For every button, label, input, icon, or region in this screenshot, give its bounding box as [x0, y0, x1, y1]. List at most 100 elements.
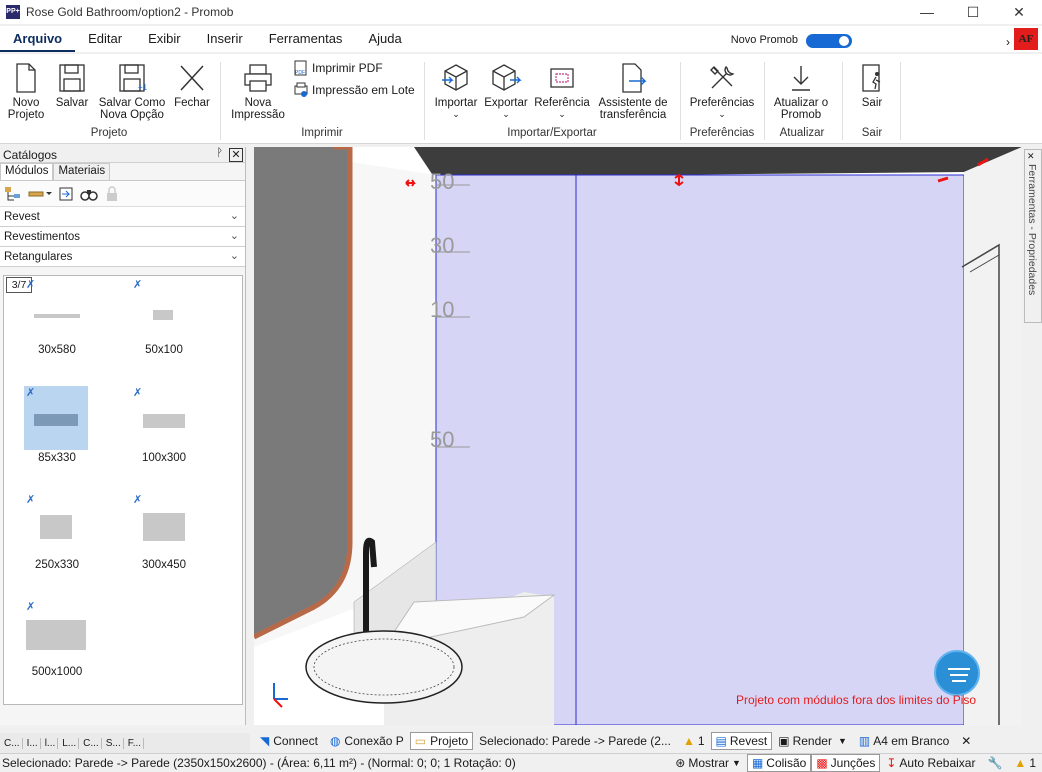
menu-inserir[interactable]: Inserir [194, 26, 256, 52]
bar-dropdown-icon[interactable] [28, 187, 52, 201]
module-tile[interactable]: ✗ 100x300 [131, 386, 197, 476]
magic-wand-icon: ✗ [26, 601, 36, 613]
ribbon-separator [842, 62, 843, 140]
catalog-select-retangulares[interactable]: Retangulares ⌄ [0, 247, 245, 267]
bottom-tab[interactable]: S... [104, 737, 124, 749]
pin-icon[interactable]: ᚹ [216, 147, 223, 159]
atualizar-button[interactable]: Atualizar o Promob [768, 62, 834, 121]
render-icon: ▣ [778, 734, 790, 748]
title-bar: PP+ Rose Gold Bathroom/option2 - Promob … [0, 0, 1042, 24]
module-tile[interactable]: ✗ 85x330 [24, 386, 90, 476]
module-label: 85x330 [38, 452, 76, 464]
magic-wand-icon: ✗ [133, 494, 143, 506]
ribbon-separator [764, 62, 765, 140]
revest-button[interactable]: ▤ Revest [710, 732, 773, 750]
chevron-down-icon: ⌄ [229, 230, 239, 242]
menu-ferramentas[interactable]: Ferramentas [256, 26, 356, 52]
module-tile[interactable]: ✗ 500x1000 [24, 600, 90, 690]
module-tile[interactable]: ✗ 50x100 [131, 278, 197, 368]
menu-editar[interactable]: Editar [75, 26, 135, 52]
tab-modulos[interactable]: Módulos [0, 163, 54, 180]
maximize-button[interactable]: ☐ [950, 0, 996, 24]
imprimir-pdf-label: Imprimir PDF [312, 61, 383, 75]
nova-impressao-button[interactable]: Nova Impressão [228, 62, 288, 121]
select-retangulares-value: Retangulares [4, 250, 73, 263]
bottom-tab[interactable]: L... [60, 737, 80, 749]
tree-icon[interactable] [4, 186, 22, 202]
colisao-toggle[interactable]: ▦ Colisão [746, 754, 812, 772]
scene-render [254, 147, 1022, 725]
referencia-button[interactable]: Referência ⌄ [533, 62, 591, 119]
module-tile[interactable]: ✗ 250x330 [24, 493, 90, 583]
tab-materiais[interactable]: Materiais [53, 163, 111, 180]
menu-exibir[interactable]: Exibir [135, 26, 194, 52]
juncoes-toggle[interactable]: ▩ Junções [811, 754, 881, 772]
fechar-label: Fechar [174, 97, 210, 109]
pdf-icon: PDF [294, 60, 307, 76]
catalog-select-revestimentos[interactable]: Revestimentos ⌄ [0, 227, 245, 247]
module-label: 30x580 [38, 344, 76, 356]
importar-button[interactable]: Importar ⌄ [432, 62, 480, 119]
binoculars-icon[interactable] [80, 186, 98, 202]
catalog-tabs: Módulos Materiais [0, 163, 245, 181]
salvar-button[interactable]: Salvar [53, 62, 91, 109]
salvar-como-button[interactable]: +1 Salvar Como Nova Opção [96, 62, 168, 121]
catalog-panel: Catálogos ᚹ ✕ Módulos Materiais Revest ⌄… [0, 147, 246, 725]
page-icon: ▥ [858, 734, 871, 748]
chevron-down-icon: ⌄ [718, 109, 726, 119]
mostrar-button[interactable]: ⊛ Mostrar ▼ [669, 756, 747, 770]
dim-label: 50 [430, 169, 455, 194]
catalog-title: Catálogos [3, 147, 58, 162]
group-atualizar-label: Atualizar [779, 127, 825, 139]
chevron-right-icon[interactable]: › [1006, 35, 1010, 49]
warnings-button[interactable]: ▲ 1 [1008, 756, 1042, 770]
assistente-button[interactable]: Assistente de transferência [595, 62, 671, 121]
module-tile[interactable]: ✗ 300x450 [131, 493, 197, 583]
globe-icon: ◍ [329, 734, 341, 748]
magic-wand-icon: ✗ [133, 387, 143, 399]
bottom-tab[interactable]: I... [25, 737, 41, 749]
close-status-button[interactable]: ✕ [955, 734, 977, 748]
catalog-select-revest[interactable]: Revest ⌄ [0, 207, 245, 227]
preferencias-button[interactable]: Preferências ⌄ [686, 62, 758, 119]
bottom-tab[interactable]: C... [81, 737, 102, 749]
floating-menu-button[interactable] [934, 650, 980, 696]
exportar-label: Exportar [484, 97, 528, 109]
group-imprimir-label: Imprimir [301, 127, 343, 139]
warning-count: 1 [697, 734, 705, 748]
menu-ajuda[interactable]: Ajuda [355, 26, 414, 52]
insert-icon[interactable] [58, 186, 74, 202]
minimize-button[interactable]: — [904, 0, 950, 24]
a4-button[interactable]: ▥ A4 em Branco [853, 734, 955, 748]
module-tile[interactable]: ✗ 30x580 [24, 278, 90, 368]
warnings-button[interactable]: ▲ 1 [677, 734, 711, 748]
wrench-button[interactable]: 🔧 [981, 756, 1008, 770]
novo-projeto-button[interactable]: Novo Projeto [6, 62, 46, 121]
close-panel-button[interactable]: ✕ [229, 148, 243, 162]
imprimir-pdf-button[interactable]: PDF Imprimir PDF [293, 60, 383, 76]
connect-button[interactable]: ◥ Connect [254, 734, 324, 748]
properties-side-tab[interactable]: ✕ Ferramentas - Propriedades [1024, 149, 1042, 323]
menu-arquivo[interactable]: Arquivo [0, 26, 76, 52]
bottom-tab[interactable]: l... [43, 737, 59, 749]
window-title: Rose Gold Bathroom/option2 - Promob [26, 5, 234, 19]
sair-button[interactable]: Sair [852, 62, 892, 109]
impressao-lote-button[interactable]: Impressão em Lote [293, 82, 415, 98]
lock-icon[interactable] [104, 185, 120, 202]
group-importar-exportar-label: Importar/Exportar [507, 127, 597, 139]
module-label: 300x450 [141, 559, 187, 571]
bottom-tab[interactable]: C... [2, 737, 23, 749]
projeto-button[interactable]: ▭ Projeto [409, 732, 474, 750]
auto-rebaixar-toggle[interactable]: ↧ Auto Rebaixar [880, 756, 981, 770]
render-button[interactable]: ▣ Render ▼ [772, 734, 853, 748]
novo-promob-toggle[interactable] [806, 34, 852, 48]
fechar-button[interactable]: Fechar [172, 62, 212, 109]
exportar-button[interactable]: Exportar ⌄ [482, 62, 530, 119]
close-window-button[interactable]: ✕ [996, 0, 1042, 24]
selection-info: Selecionado: Parede -> Parede (2350x150x… [2, 756, 516, 770]
user-avatar[interactable]: AF [1014, 28, 1038, 50]
conexao-button[interactable]: ◍ Conexão P [324, 734, 410, 748]
bottom-tab[interactable]: F... [126, 737, 145, 749]
3d-viewport[interactable]: 50 30 10 50 Projeto com módulos fora dos… [254, 147, 1022, 725]
chevron-down-icon: ⌄ [229, 210, 239, 222]
